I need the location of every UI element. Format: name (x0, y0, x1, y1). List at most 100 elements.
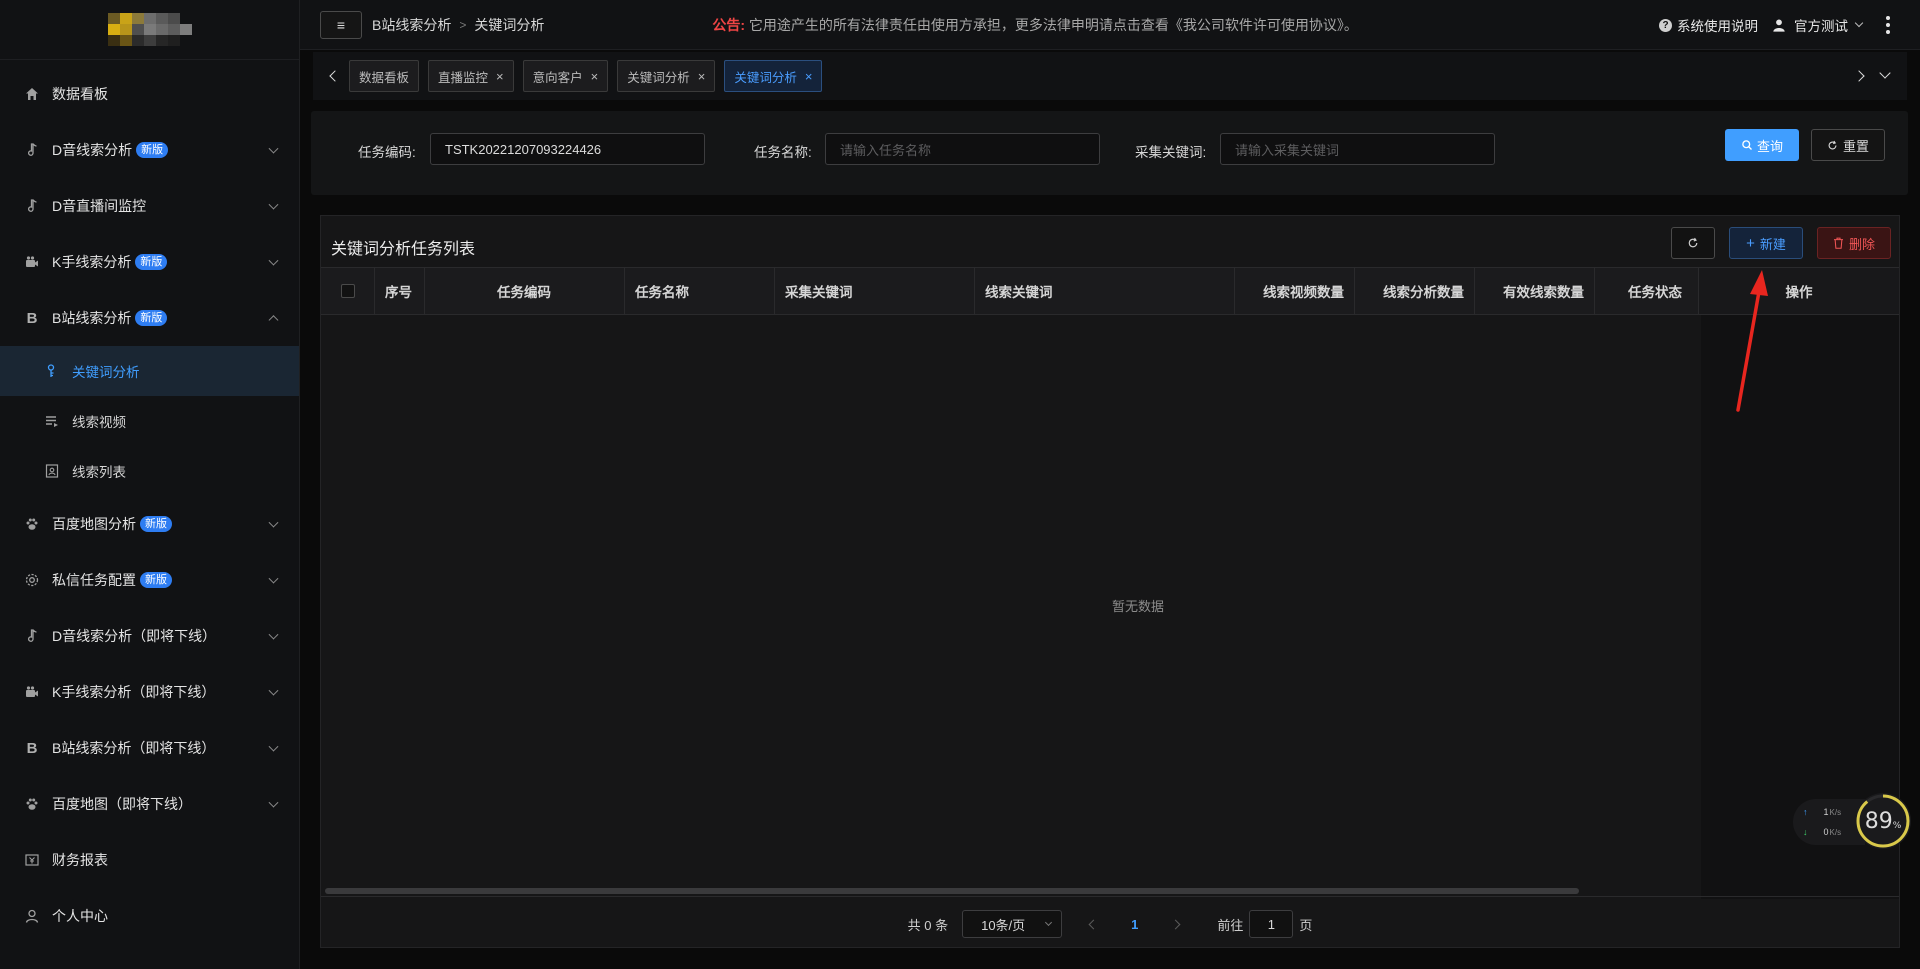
help-link[interactable]: 系统使用说明 (1677, 15, 1758, 35)
sidebar-item-label: D音线索分析 (52, 142, 133, 158)
tab-dashboard[interactable]: 数据看板 (349, 60, 420, 92)
sidebar-item-d-clue-analysis-legacy[interactable]: D音线索分析（即将下线） (0, 608, 299, 664)
chevron-down-icon (1045, 918, 1053, 927)
empty-state-text: 暂无数据 (1111, 599, 1164, 614)
gear-icon (24, 572, 40, 588)
query-button[interactable]: 查询 (1725, 129, 1799, 161)
sidebar-item-k-clue-analysis-legacy[interactable]: K手线索分析（即将下线） (0, 664, 299, 720)
upload-value: 1 (1823, 807, 1829, 817)
sidebar-item-d-clue-analysis[interactable]: D音线索分析 新版 (0, 122, 299, 178)
column-header[interactable]: 线索关键词 (975, 268, 1235, 314)
chevron-down-icon (268, 517, 279, 528)
sidebar-item-personal-center[interactable]: 个人中心 (0, 888, 299, 944)
chevron-left-icon[interactable] (329, 70, 341, 82)
refresh-button[interactable] (1671, 227, 1715, 259)
task-code-input[interactable]: TSTK20221207093224426 (430, 133, 705, 165)
sidebar-submenu-b: 关键词分析 线索视频 线索列表 (0, 346, 299, 496)
close-icon[interactable]: × (591, 69, 599, 84)
reset-button[interactable]: 重置 (1811, 129, 1885, 161)
tab-list: 数据看板 直播监控 × 意向客户 × 关键词分析 × 关键词分析 × (349, 60, 823, 92)
sidebar-item-baidu-map-legacy[interactable]: 百度地图（即将下线） (0, 776, 299, 832)
chevron-right-icon[interactable] (1853, 70, 1865, 82)
next-page-icon[interactable] (1170, 919, 1181, 929)
delete-label: 删除 (1848, 236, 1875, 252)
question-icon: ? (1659, 18, 1672, 32)
table-title: 关键词分析任务列表 (331, 241, 476, 258)
sidebar-item-dashboard[interactable]: 数据看板 (0, 66, 299, 122)
sidebar-item-label: D音直播间监控 (52, 198, 147, 214)
select-all-checkbox[interactable] (340, 284, 355, 298)
upload-speed: ↑ 1 K/s (1803, 807, 1841, 817)
close-icon[interactable]: × (805, 69, 813, 84)
chevron-down-icon[interactable] (1879, 67, 1891, 79)
keyword-input[interactable]: 请输入采集关键词 (1220, 133, 1495, 165)
refresh-icon (1828, 140, 1837, 149)
new-button[interactable]: + 新建 (1729, 227, 1803, 259)
sidebar-item-dm-task-config[interactable]: 私信任务配置 新版 (0, 552, 299, 608)
task-name-input[interactable]: 请输入任务名称 (825, 133, 1100, 165)
column-header[interactable]: 任务名称 (625, 268, 775, 314)
chevron-down-icon (268, 629, 279, 640)
gauge-percent-unit: % (1892, 820, 1902, 831)
sidebar-subitem-clue-list[interactable]: 线索列表 (0, 446, 299, 496)
sidebar-menu-rest: 百度地图分析 新版 私信任务配置 新版 D音线索分析（即将下线） K手线索分析（… (0, 496, 299, 944)
column-header[interactable]: 任务状态 (1595, 268, 1699, 314)
page-size-value: 10条/页 (981, 917, 1026, 933)
sidebar-item-finance-report[interactable]: 财务报表 (0, 832, 299, 888)
chevron-down-icon (268, 255, 279, 266)
more-vertical-icon[interactable] (1886, 16, 1890, 34)
sidebar-subitem-clue-video[interactable]: 线索视频 (0, 396, 299, 446)
prev-page-icon[interactable] (1088, 919, 1099, 929)
camera-icon (24, 254, 40, 270)
table-header: 序号 任务编码 任务名称 采集关键词 线索关键词 线索视频数量 线索分析数量 有… (321, 267, 1899, 315)
tabs-bar: 数据看板 直播监控 × 意向客户 × 关键词分析 × 关键词分析 × (313, 52, 1907, 100)
sidebar-item-label: 百度地图分析 (52, 516, 136, 532)
column-header[interactable]: 任务编码 (425, 268, 625, 314)
sidebar-item-d-live-monitor[interactable]: D音直播间监控 (0, 178, 299, 234)
chevron-right-icon: > (459, 17, 467, 32)
goto-page-input[interactable]: 1 (1249, 910, 1294, 938)
breadcrumb-item[interactable]: B站线索分析 (372, 15, 451, 35)
notice-banner[interactable]: 公告: 它用途产生的所有法律责任由使用方承担，更多法律申明请点击查看《我公司软件… (712, 15, 1358, 35)
tab-label: 关键词分析 (734, 70, 797, 85)
sidebar-subitem-keyword-analysis[interactable]: 关键词分析 (0, 346, 299, 396)
sidebar-item-baidu-map[interactable]: 百度地图分析 新版 (0, 496, 299, 552)
column-header[interactable]: 线索分析数量 (1355, 268, 1475, 314)
new-badge: 新版 (135, 310, 168, 326)
sidebar-item-b-clue-analysis-legacy[interactable]: B B站线索分析（即将下线） (0, 720, 299, 776)
network-speed-widget[interactable]: ↑ 1 K/s ↓ 0 K/s 89% (1793, 793, 1911, 851)
sidebar-item-b-clue-analysis[interactable]: B B站线索分析 新版 (0, 290, 299, 346)
page-number[interactable]: 1 (1131, 917, 1138, 932)
tab-live-monitor[interactable]: 直播监控 × (428, 60, 514, 92)
paw-icon (24, 796, 40, 812)
key-icon (44, 363, 60, 379)
select-all-cell (321, 268, 375, 314)
chevron-down-icon (268, 143, 279, 154)
horizontal-scrollbar[interactable] (325, 888, 1579, 894)
user-menu[interactable]: 官方测试 (1794, 15, 1848, 35)
arrow-down-icon: ↓ (1803, 827, 1808, 837)
page-size-select[interactable]: 10条/页 (962, 910, 1063, 938)
column-header[interactable]: 序号 (375, 268, 425, 314)
task-name-label: 任务名称: (754, 145, 812, 160)
tab-label: 直播监控 (438, 70, 489, 85)
tab-label: 关键词分析 (627, 70, 690, 85)
sidebar-item-k-clue-analysis[interactable]: K手线索分析 新版 (0, 234, 299, 290)
music-note-icon (24, 628, 40, 644)
tab-keyword-analysis[interactable]: 关键词分析 × (617, 60, 716, 92)
column-header[interactable]: 线索视频数量 (1235, 268, 1355, 314)
tab-keyword-analysis-active[interactable]: 关键词分析 × (724, 60, 823, 92)
reset-label: 重置 (1842, 138, 1869, 154)
column-header[interactable]: 有效线索数量 (1475, 268, 1595, 314)
page-suffix: 页 (1299, 917, 1313, 933)
delete-button[interactable]: 删除 (1817, 227, 1891, 259)
tab-intent-customer[interactable]: 意向客户 × (522, 60, 609, 92)
contact-card-icon (44, 463, 60, 479)
logo[interactable] (0, 0, 299, 60)
close-icon[interactable]: × (496, 69, 504, 84)
menu-toggle-button[interactable]: ≡ (320, 10, 362, 39)
download-unit: K/s (1829, 827, 1842, 837)
memory-usage-gauge[interactable]: 89% (1855, 793, 1911, 849)
close-icon[interactable]: × (698, 69, 706, 84)
column-header[interactable]: 采集关键词 (775, 268, 975, 314)
